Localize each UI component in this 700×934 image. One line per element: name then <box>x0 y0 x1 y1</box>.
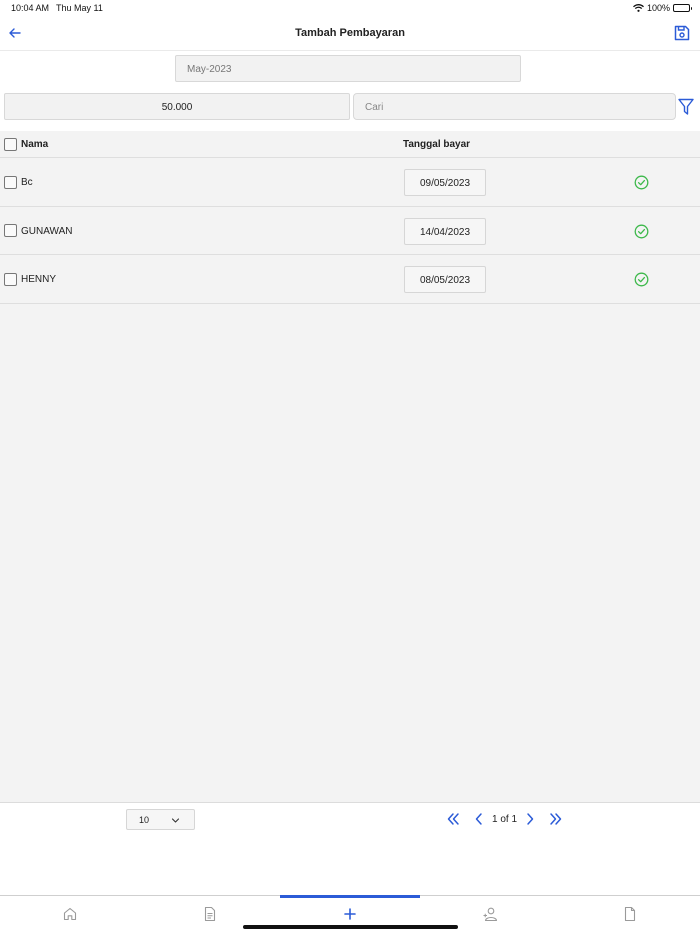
table-row: HENNY 08/05/2023 <box>0 255 700 304</box>
file-icon[interactable] <box>622 906 638 922</box>
wifi-icon <box>633 4 644 12</box>
table-header: Nama Tanggal bayar <box>0 131 700 158</box>
home-indicator <box>243 925 458 929</box>
status-right: 100% <box>633 3 692 13</box>
row-name: Bc <box>21 177 33 188</box>
battery-icon <box>673 4 692 12</box>
next-page-icon[interactable] <box>523 812 537 826</box>
row-checkbox[interactable] <box>4 224 17 237</box>
home-icon[interactable] <box>62 906 78 922</box>
battery-percent: 100% <box>646 3 670 13</box>
page-size-value: 10 <box>139 815 150 825</box>
funnel-icon[interactable] <box>678 98 694 116</box>
check-circle-icon <box>634 175 649 190</box>
table-row: Bc 09/05/2023 <box>0 158 700 207</box>
filter-panel: May-2023 50.000 Cari <box>0 51 700 131</box>
navigation-bar: Tambah Pembayaran <box>0 16 700 51</box>
payment-date-field[interactable]: 09/05/2023 <box>404 169 486 196</box>
floppy-disk-icon[interactable] <box>673 24 691 42</box>
status-date: Thu May 11 <box>56 3 103 13</box>
pagination-bar: 10 1 of 1 <box>0 802 700 895</box>
select-all-checkbox[interactable] <box>4 138 17 151</box>
previous-page-icon[interactable] <box>472 812 486 826</box>
status-time: 10:04 AM <box>11 3 50 13</box>
table-row: GUNAWAN 14/04/2023 <box>0 206 700 255</box>
row-checkbox[interactable] <box>4 272 17 286</box>
column-header-date: Tanggal bayar <box>403 139 471 150</box>
chevron-down-icon <box>171 818 180 823</box>
row-name: HENNY <box>21 274 57 285</box>
last-page-icon[interactable] <box>549 812 563 826</box>
page-size-select[interactable]: 10 <box>126 809 195 830</box>
month-picker[interactable]: May-2023 <box>175 55 521 82</box>
first-page-icon[interactable] <box>446 812 460 826</box>
status-bar: 10:04 AM Thu May 11 100% <box>0 0 700 16</box>
active-tab-indicator <box>280 895 420 898</box>
check-circle-icon <box>634 224 649 238</box>
row-checkbox[interactable] <box>4 175 17 189</box>
row-name: GUNAWAN <box>21 225 73 237</box>
page-title: Tambah Pembayaran <box>295 27 405 39</box>
plus-icon[interactable] <box>342 906 358 922</box>
pager: 1 of 1 <box>446 812 563 826</box>
document-list-icon[interactable] <box>202 906 218 922</box>
user-icon[interactable] <box>482 906 498 922</box>
check-circle-icon <box>634 272 649 287</box>
payment-table: Nama Tanggal bayar Bc 09/05/2023 GUNAWAN… <box>0 131 700 304</box>
page-info: 1 of 1 <box>492 813 518 825</box>
column-header-name: Nama <box>21 139 49 150</box>
search-input[interactable]: Cari <box>353 93 676 120</box>
amount-field[interactable]: 50.000 <box>4 93 350 120</box>
payment-date-field[interactable]: 08/05/2023 <box>404 266 486 293</box>
payment-date-field[interactable]: 14/04/2023 <box>404 217 486 245</box>
